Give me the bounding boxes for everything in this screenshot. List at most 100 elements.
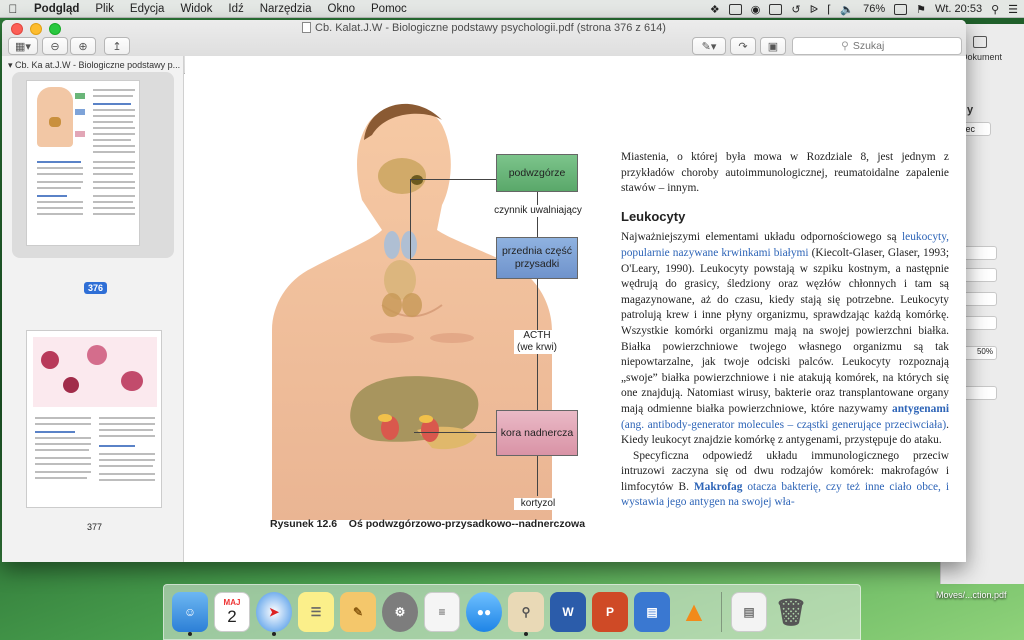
- figure-caption: Rysunek 12.6 Oś podwzgórzowo-przysadkowo…: [270, 517, 585, 531]
- p3-term: Makrofag: [693, 480, 743, 493]
- reminders-icon[interactable]: ≡: [424, 592, 460, 632]
- time-machine-icon[interactable]: ↺: [791, 3, 800, 16]
- powerpoint-icon[interactable]: P: [592, 592, 628, 632]
- paragraph-myasthenia: Miastenia, o której była mowa w Rozdzial…: [621, 151, 949, 195]
- thumb-text-line: [93, 213, 135, 215]
- thumb-cell: [121, 371, 143, 391]
- search-icon: ⚲: [841, 40, 849, 52]
- inspector-doc-icon[interactable]: [973, 36, 987, 48]
- menu-tools[interactable]: Narzędzia: [252, 3, 320, 15]
- search-input[interactable]: [852, 40, 913, 52]
- thumb-text-line: [93, 181, 135, 183]
- toolbox-button[interactable]: ▣: [760, 37, 786, 55]
- safari-icon[interactable]: ➤: [256, 592, 292, 636]
- notification-center-icon[interactable]: ☰: [1008, 3, 1018, 16]
- markup-button[interactable]: ✎▾: [692, 37, 726, 55]
- preview-icon[interactable]: ⚲: [508, 592, 544, 636]
- window-title-text: Cb. Kalat.J.W - Biologiczne podstawy psy…: [315, 22, 666, 34]
- bluetooth-icon[interactable]: ᐉ: [810, 3, 818, 16]
- thumb-text-line: [37, 187, 81, 189]
- rotate-button[interactable]: ↷: [730, 37, 756, 55]
- running-indicator: [272, 632, 276, 636]
- p2-b: (Kiecolt-Glaser, Glaser, 1993; O'Leary, …: [621, 246, 949, 415]
- p2-c: (ang. antibody-generator molecules – czą…: [621, 418, 947, 431]
- pdf-icon: [302, 22, 312, 33]
- eye-icon[interactable]: ◉: [751, 3, 761, 16]
- flag-icon[interactable]: ⚑: [916, 3, 926, 16]
- page-thumbnail-377[interactable]: [26, 330, 162, 508]
- thumb-text-line: [35, 423, 91, 425]
- thumb-text-line: [93, 115, 135, 117]
- calendar-icon[interactable]: MAJ 2: [214, 592, 250, 632]
- menu-file[interactable]: Plik: [87, 3, 122, 15]
- connector-pituitary: [410, 259, 496, 260]
- keynote-icon[interactable]: ▤: [634, 592, 670, 632]
- menu-edit[interactable]: Edycja: [122, 3, 173, 15]
- clock[interactable]: Wt. 20:53: [935, 3, 982, 15]
- dashboard-icon[interactable]: [728, 3, 742, 15]
- menu-app[interactable]: Podgląd: [26, 3, 87, 15]
- menu-view[interactable]: Widok: [172, 3, 220, 15]
- battery-icon[interactable]: [894, 3, 908, 15]
- thumb-text-line: [93, 151, 135, 153]
- dock: ☺ MAJ 2 ➤ ☰ ✎ ⚙ ≡ ●● ⚲ W P ▤ ▲ ▤ 🗑: [163, 584, 861, 640]
- apple-menu-icon[interactable]: : [0, 2, 26, 16]
- thumb-text-line: [99, 453, 155, 455]
- dropbox-icon[interactable]: ❖: [710, 3, 720, 16]
- menu-window[interactable]: Okno: [320, 3, 364, 15]
- sidebar-document[interactable]: ▾ Cb. Ka at.J.W - Biologiczne podstawy p…: [8, 60, 180, 71]
- label-cortisol: kortyzol: [514, 498, 562, 510]
- share-button[interactable]: ↥: [104, 37, 130, 55]
- running-indicator: [524, 632, 528, 636]
- trash-icon[interactable]: 🗑: [773, 592, 809, 632]
- section-heading: Leukocyty: [621, 208, 686, 224]
- inspector-heading: y: [967, 104, 974, 116]
- thumb-text-line: [99, 479, 155, 481]
- finder-icon[interactable]: ☺: [172, 592, 208, 636]
- battery-percent[interactable]: 76%: [863, 3, 885, 15]
- thumb-text-line: [93, 121, 133, 123]
- zoom-in-button[interactable]: ⊕: [70, 37, 96, 55]
- page-label-376[interactable]: 376: [84, 282, 108, 294]
- thumbnail-sidebar: ▾ Cb. Ka at.J.W - Biologiczne podstawy p…: [2, 56, 184, 562]
- volume-icon[interactable]: 🔈: [840, 3, 854, 16]
- notes-icon[interactable]: ☰: [298, 592, 334, 632]
- downloads-stack-icon[interactable]: ▤: [731, 592, 767, 632]
- thumb-cell: [87, 345, 107, 365]
- thumb-blue-box: [75, 109, 85, 115]
- thumb-cell: [41, 351, 59, 369]
- messages-icon[interactable]: ●●: [466, 592, 502, 632]
- thumb-text-line: [93, 95, 133, 97]
- zoom-out-button[interactable]: ⊖: [42, 37, 68, 55]
- airplay-icon[interactable]: [769, 3, 783, 15]
- paragraph-leukocytes: Najważniejszymi elementami układu odporn…: [621, 230, 949, 448]
- thumb-text-line: [35, 457, 91, 459]
- wifi-icon[interactable]: ⌈: [827, 3, 831, 16]
- sidebar-toggle-button[interactable]: ▦▾: [8, 37, 38, 55]
- menu-help[interactable]: Pomoc: [363, 3, 415, 15]
- thumb-text-line: [35, 417, 91, 419]
- spotlight-icon[interactable]: ⚲: [991, 3, 999, 16]
- thumb-text-line: [35, 449, 89, 451]
- page-label-377[interactable]: 377: [87, 522, 102, 532]
- thumb-text-line: [37, 161, 81, 163]
- desktop-file-label[interactable]: Moves/...ction.pdf: [936, 590, 1007, 600]
- vlc-icon[interactable]: ▲: [676, 592, 712, 632]
- thumb-text-line: [35, 431, 75, 433]
- p2-a: Najważniejszymi elementami układu odporn…: [621, 231, 902, 244]
- pages-icon[interactable]: ✎: [340, 592, 376, 632]
- search-field[interactable]: ⚲: [792, 37, 962, 55]
- system-preferences-icon[interactable]: ⚙: [382, 592, 418, 632]
- menu-go[interactable]: Idź: [220, 3, 251, 15]
- thumb-text-line: [37, 213, 83, 215]
- inspector-label: Dokument: [961, 52, 1003, 62]
- connector-pituitary-v: [410, 179, 411, 259]
- thumb-text-line: [35, 471, 91, 473]
- word-icon[interactable]: W: [550, 592, 586, 632]
- thumb-text-line: [93, 103, 131, 105]
- calendar-month: MAJ: [223, 597, 241, 607]
- thumb-text-line: [93, 89, 135, 91]
- box-hypothalamus: podwzgórze: [496, 154, 578, 192]
- page-thumbnail-376[interactable]: [26, 80, 140, 246]
- thumb-text-line: [93, 161, 135, 163]
